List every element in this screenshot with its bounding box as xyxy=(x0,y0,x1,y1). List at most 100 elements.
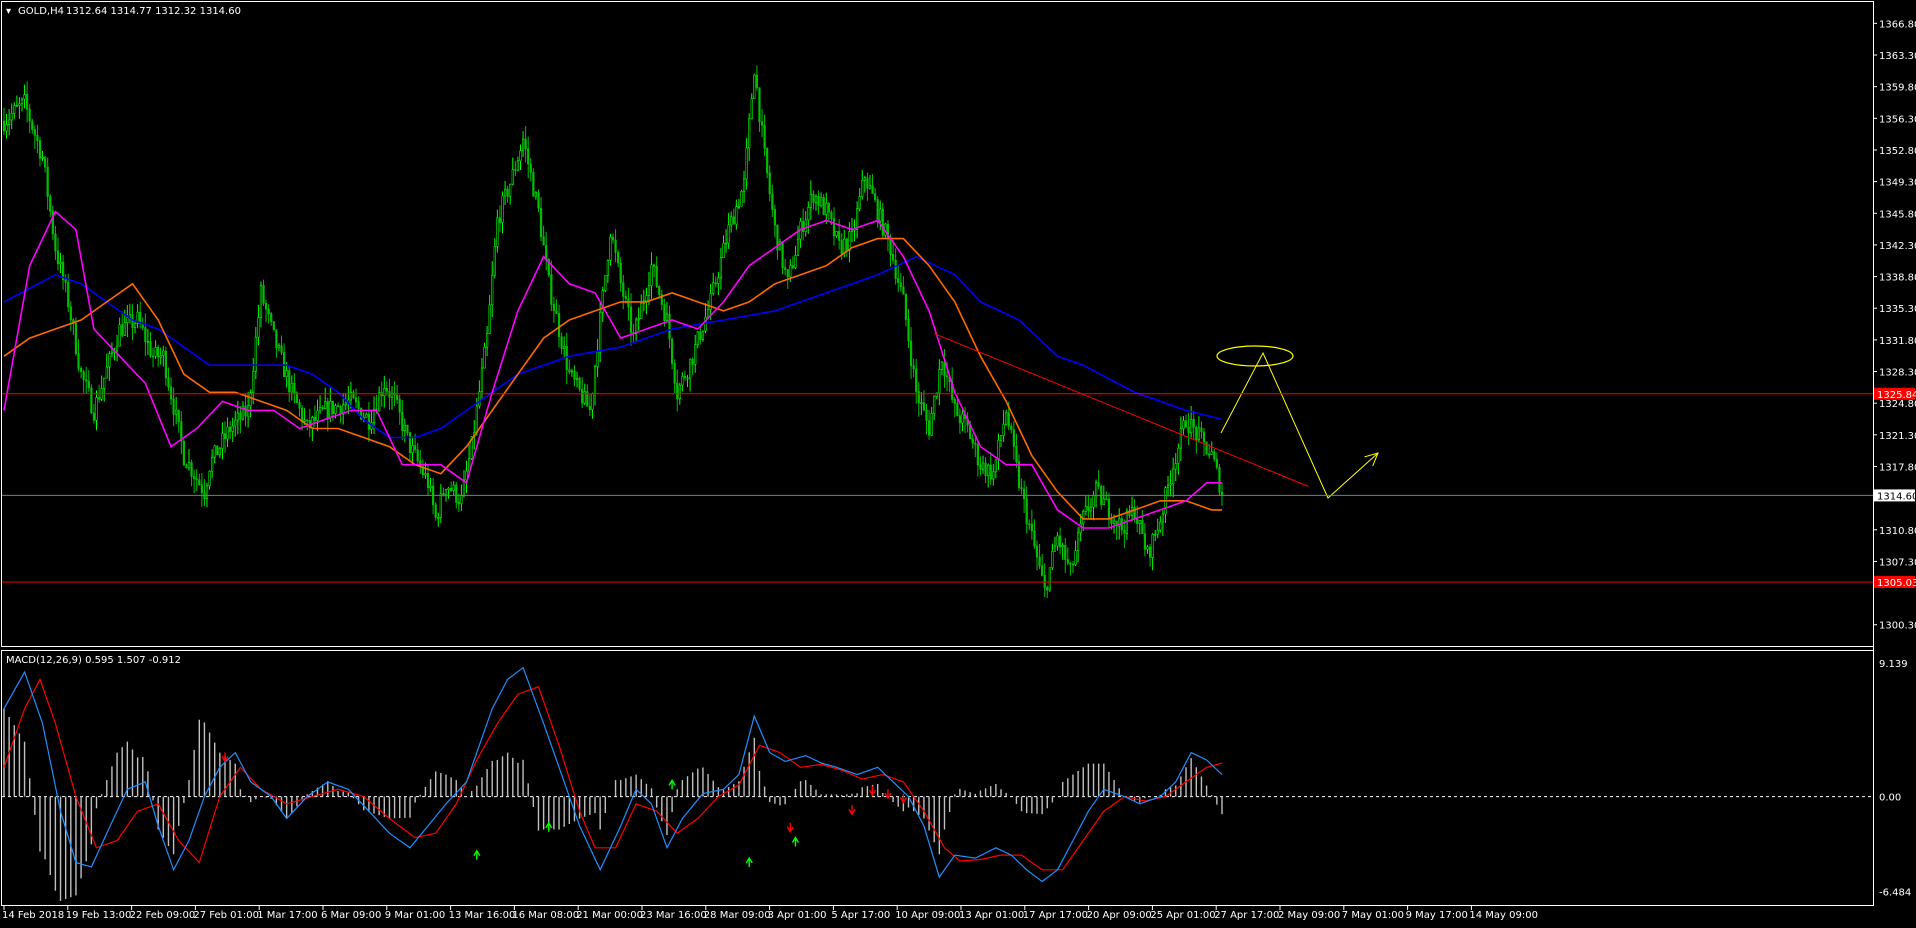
candle-body xyxy=(357,401,360,409)
candle-body xyxy=(434,504,437,518)
candle-body xyxy=(879,208,882,222)
candle-body xyxy=(724,242,728,245)
candle-body xyxy=(807,207,810,221)
candle-body xyxy=(891,254,895,261)
candle-body xyxy=(401,411,404,431)
price-tick-label: 1363.30 xyxy=(1879,51,1916,62)
candle-body xyxy=(1138,520,1141,525)
candle-body xyxy=(804,219,807,232)
candle-body xyxy=(182,440,185,466)
candle-body xyxy=(1033,530,1036,547)
candle-body xyxy=(866,177,869,189)
candle-body xyxy=(1087,506,1090,512)
candle-body xyxy=(861,180,864,197)
candle-body xyxy=(229,426,232,432)
candle-body xyxy=(706,309,710,318)
candle-body xyxy=(1136,518,1139,525)
candle-body xyxy=(992,471,995,480)
candle-body xyxy=(812,193,815,203)
candle-body xyxy=(437,517,440,519)
candle-body xyxy=(1084,506,1087,512)
candle-body xyxy=(673,363,676,384)
candle-body xyxy=(485,333,489,348)
candle-body xyxy=(1056,535,1059,547)
price-tick-label: 1359.80 xyxy=(1879,83,1916,94)
candle-body xyxy=(123,322,126,336)
candle-body xyxy=(64,279,67,283)
candle-body xyxy=(44,156,47,168)
candle-body xyxy=(987,464,990,477)
candle-body xyxy=(444,489,448,496)
candle-body xyxy=(989,464,992,480)
candle-body xyxy=(568,369,571,373)
candle-body xyxy=(491,274,494,306)
candle-body xyxy=(121,324,124,336)
candle-body xyxy=(1182,420,1185,429)
candle-body xyxy=(524,138,527,150)
candle-body xyxy=(408,432,412,453)
candle-body xyxy=(403,424,406,431)
candle-body xyxy=(280,345,283,353)
candle-body xyxy=(1041,565,1044,576)
candle-body xyxy=(1035,545,1039,558)
current-price-label: 1314.60 xyxy=(1877,491,1916,502)
chart-canvas[interactable]: 1325.841305.031314.60 9.1390.00-6.484 13… xyxy=(0,0,1916,924)
candle-body xyxy=(994,459,997,473)
candle-body xyxy=(943,361,946,377)
candle-body xyxy=(452,484,455,491)
candle-body xyxy=(97,397,101,400)
candle-body xyxy=(1071,563,1075,566)
candle-body xyxy=(563,345,566,349)
candle-body xyxy=(300,407,304,422)
candle-body xyxy=(596,351,599,367)
candle-body xyxy=(1107,498,1111,520)
candle-body xyxy=(678,384,681,399)
candle-body xyxy=(611,236,615,241)
time-tick-label: 16 Mar 08:00 xyxy=(512,910,579,921)
candle-body xyxy=(1089,506,1093,512)
time-tick-label: 2 May 09:00 xyxy=(1278,910,1340,921)
macd-group: 9.139 0.00 -6.484 xyxy=(2,659,1911,901)
candle-body xyxy=(149,341,152,357)
price-panel-frame xyxy=(1,1,1874,647)
candle-body xyxy=(719,257,723,279)
candle-body xyxy=(519,150,522,162)
candle-body xyxy=(1015,445,1018,462)
candle-body xyxy=(915,368,918,392)
candle-body xyxy=(344,402,347,406)
symbol-dropdown-icon[interactable]: ▾ xyxy=(6,6,11,17)
candle-body xyxy=(753,74,756,99)
candle-body xyxy=(593,366,597,394)
candle-body xyxy=(1172,468,1175,485)
candle-body xyxy=(288,370,291,393)
candle-body xyxy=(1161,513,1164,523)
candle-body xyxy=(144,327,147,343)
forecast-path xyxy=(1220,351,1379,499)
candle-body xyxy=(868,185,872,189)
candle-body xyxy=(1043,575,1046,588)
candle-body xyxy=(329,400,332,419)
candle-body xyxy=(306,419,309,422)
candle-body xyxy=(581,388,584,404)
candle-body xyxy=(897,278,900,284)
candle-body xyxy=(1028,523,1031,526)
candle-body xyxy=(426,473,430,488)
candle-body xyxy=(290,382,293,393)
candle-body xyxy=(1074,550,1077,565)
candle-body xyxy=(840,240,843,254)
candle-body xyxy=(791,265,794,269)
symbol-label: GOLD,H4 xyxy=(18,6,64,17)
candle-body xyxy=(67,281,70,308)
candle-body xyxy=(105,366,108,379)
candle-body xyxy=(28,108,31,122)
candle-body xyxy=(41,156,44,159)
price-tick-label: 1335.30 xyxy=(1879,304,1916,315)
candle-body xyxy=(1005,412,1008,425)
candle-body xyxy=(830,211,833,219)
candle-body xyxy=(259,285,263,318)
candle-body xyxy=(1007,412,1010,427)
candle-body xyxy=(460,495,463,505)
candle-body xyxy=(748,118,751,149)
candle-body xyxy=(1020,487,1023,490)
candle-body xyxy=(226,426,229,440)
